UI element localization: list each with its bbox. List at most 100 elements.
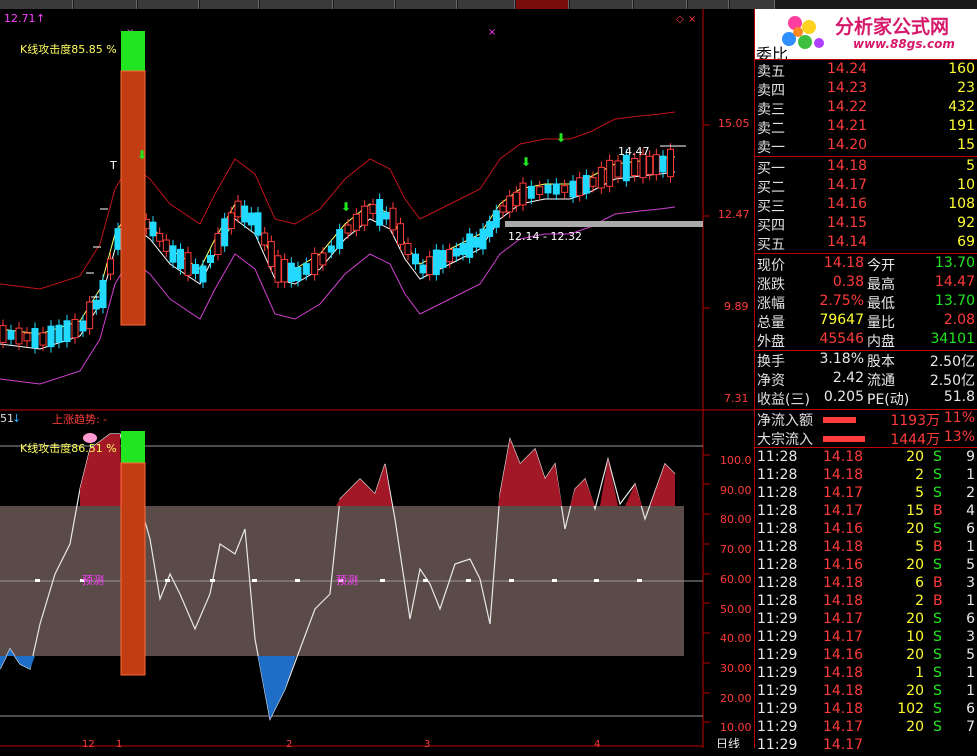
candle-body (582, 175, 590, 194)
toolbar-tab[interactable] (730, 0, 775, 9)
tick-count: 1 (966, 539, 975, 555)
tick-row[interactable]: 11:28 14.18 2 S 1 (755, 467, 977, 486)
flow-bar (823, 436, 865, 442)
fund-value: 0.205 (823, 389, 864, 405)
tick-row[interactable]: 11:29 14.18 20 S 1 (755, 683, 977, 702)
tick-row[interactable]: 11:29 14.18 102 S 6 (755, 701, 977, 720)
toolbar-tab[interactable] (458, 0, 515, 9)
toolbar-tab[interactable] (334, 0, 395, 9)
mid-dash (35, 579, 40, 582)
candle-body (162, 239, 170, 252)
chart-area[interactable]: ◇×××⬇⬇⬇⬇ 12.71 ↑ K线攻击度85.85 % T 14.47 12… (0, 9, 754, 748)
toolbar-tab[interactable] (74, 0, 137, 9)
bid-label: 买二 (757, 180, 785, 196)
toolbar-tab[interactable] (516, 0, 569, 9)
fund-value: 2.50亿 (929, 373, 975, 389)
candle-body (55, 324, 63, 343)
tick-price: 14.16 (823, 557, 864, 573)
bid-row: 买五 14.14 69 (755, 234, 977, 253)
tick-price: 14.18 (823, 539, 864, 555)
candle-body (184, 252, 192, 276)
stat-label: 量比 (867, 315, 895, 331)
attack-bar (120, 70, 146, 326)
tick-price: 14.18 (823, 701, 864, 717)
toolbar-tab[interactable] (200, 0, 259, 9)
candle-body (311, 252, 319, 276)
candle-body (241, 205, 249, 223)
candle-body (302, 263, 310, 275)
tick-row[interactable]: 11:28 14.16 20 S 6 (755, 521, 977, 540)
tick-row[interactable]: 11:28 14.18 20 S 9 (755, 449, 977, 468)
tick-row[interactable]: 11:29 14.17 20 S 7 (755, 719, 977, 738)
tick-row[interactable]: 11:28 14.17 5 S 2 (755, 485, 977, 504)
candle-body (412, 253, 419, 265)
tick-row[interactable]: 11:29 14.17 10 S 3 (755, 629, 977, 648)
fundamental-row: 换手 3.18% 股本 2.50亿 (755, 351, 977, 370)
price-axis-label: 7.31 (724, 392, 749, 405)
candle-body (156, 232, 164, 242)
tick-price: 14.17 (823, 719, 864, 735)
tick-side: B (933, 503, 943, 519)
candle-body (47, 325, 55, 348)
toolbar-tab[interactable] (138, 0, 199, 9)
ask-label: 卖五 (757, 64, 785, 80)
tick-price: 14.16 (823, 647, 864, 663)
fundamental-row: 净资 2.42 流通 2.50亿 (755, 370, 977, 389)
mid-dash (552, 579, 557, 582)
toolbar-tab[interactable] (396, 0, 457, 9)
sub-axis-label: 70.00 (720, 543, 752, 556)
mid-dash (252, 579, 257, 582)
divider (755, 253, 977, 254)
tick-row[interactable]: 11:28 14.18 5 B 1 (755, 539, 977, 558)
ask-label: 卖一 (757, 140, 785, 156)
stat-label: 涨幅 (757, 296, 785, 312)
tick-row[interactable]: 11:29 14.17 20 S 6 (755, 611, 977, 630)
support-band (505, 221, 703, 227)
fund-value: 2.42 (832, 370, 864, 386)
tick-row[interactable]: 11:28 14.18 6 B 3 (755, 575, 977, 594)
toolbar-tab[interactable] (0, 0, 73, 9)
tick-row[interactable]: 11:28 14.18 2 B 1 (755, 593, 977, 612)
stat-row: 涨跌 0.38 最高 14.47 (755, 274, 977, 293)
candle-body (281, 258, 289, 283)
x-axis-label: 2 (286, 739, 292, 748)
period-label[interactable]: 日线 (716, 737, 740, 748)
tick-count: 4 (966, 503, 975, 519)
tick-side: S (933, 629, 942, 645)
stat-label: 内盘 (867, 334, 895, 350)
candle-body (327, 245, 335, 253)
tick-volume: 20 (906, 449, 924, 465)
ask-volume: 191 (948, 118, 975, 134)
toolbar-tab[interactable] (260, 0, 333, 9)
tick-row[interactable]: 11:29 14.17 (755, 737, 977, 756)
candle-body (552, 183, 560, 195)
tick-row[interactable]: 11:29 14.16 20 S 5 (755, 647, 977, 666)
ask-volume: 15 (957, 137, 975, 153)
bid-price: 14.17 (827, 177, 868, 193)
toolbar-tab[interactable] (688, 0, 729, 9)
candle-body (79, 320, 87, 332)
tick-row[interactable]: 11:28 14.16 20 S 5 (755, 557, 977, 576)
candle-body (452, 248, 460, 257)
tick-row[interactable]: 11:28 14.17 15 B 4 (755, 503, 977, 522)
tick-count: 1 (966, 467, 975, 483)
bid-label: 买三 (757, 199, 785, 215)
toolbar-tab[interactable] (570, 0, 633, 9)
tick-side: S (933, 665, 942, 681)
mid-dash (637, 579, 642, 582)
bid-row: 买四 14.15 92 (755, 215, 977, 234)
tick-price: 14.18 (823, 665, 864, 681)
tick-count: 6 (966, 701, 975, 717)
stat-label: 涨跌 (757, 277, 785, 293)
toolbar-tab[interactable] (634, 0, 687, 9)
candle-body (294, 266, 302, 282)
tick-side: B (933, 539, 943, 555)
tick-time: 11:29 (757, 665, 798, 681)
tick-row[interactable]: 11:29 14.18 1 S 1 (755, 665, 977, 684)
trend-label: 上涨趋势: - (52, 413, 107, 426)
bid-volume: 10 (957, 177, 975, 193)
candle-body (439, 250, 447, 268)
candle-body (512, 191, 520, 207)
logo-url[interactable]: www.88gs.com (853, 37, 955, 51)
candle-body (39, 332, 47, 346)
